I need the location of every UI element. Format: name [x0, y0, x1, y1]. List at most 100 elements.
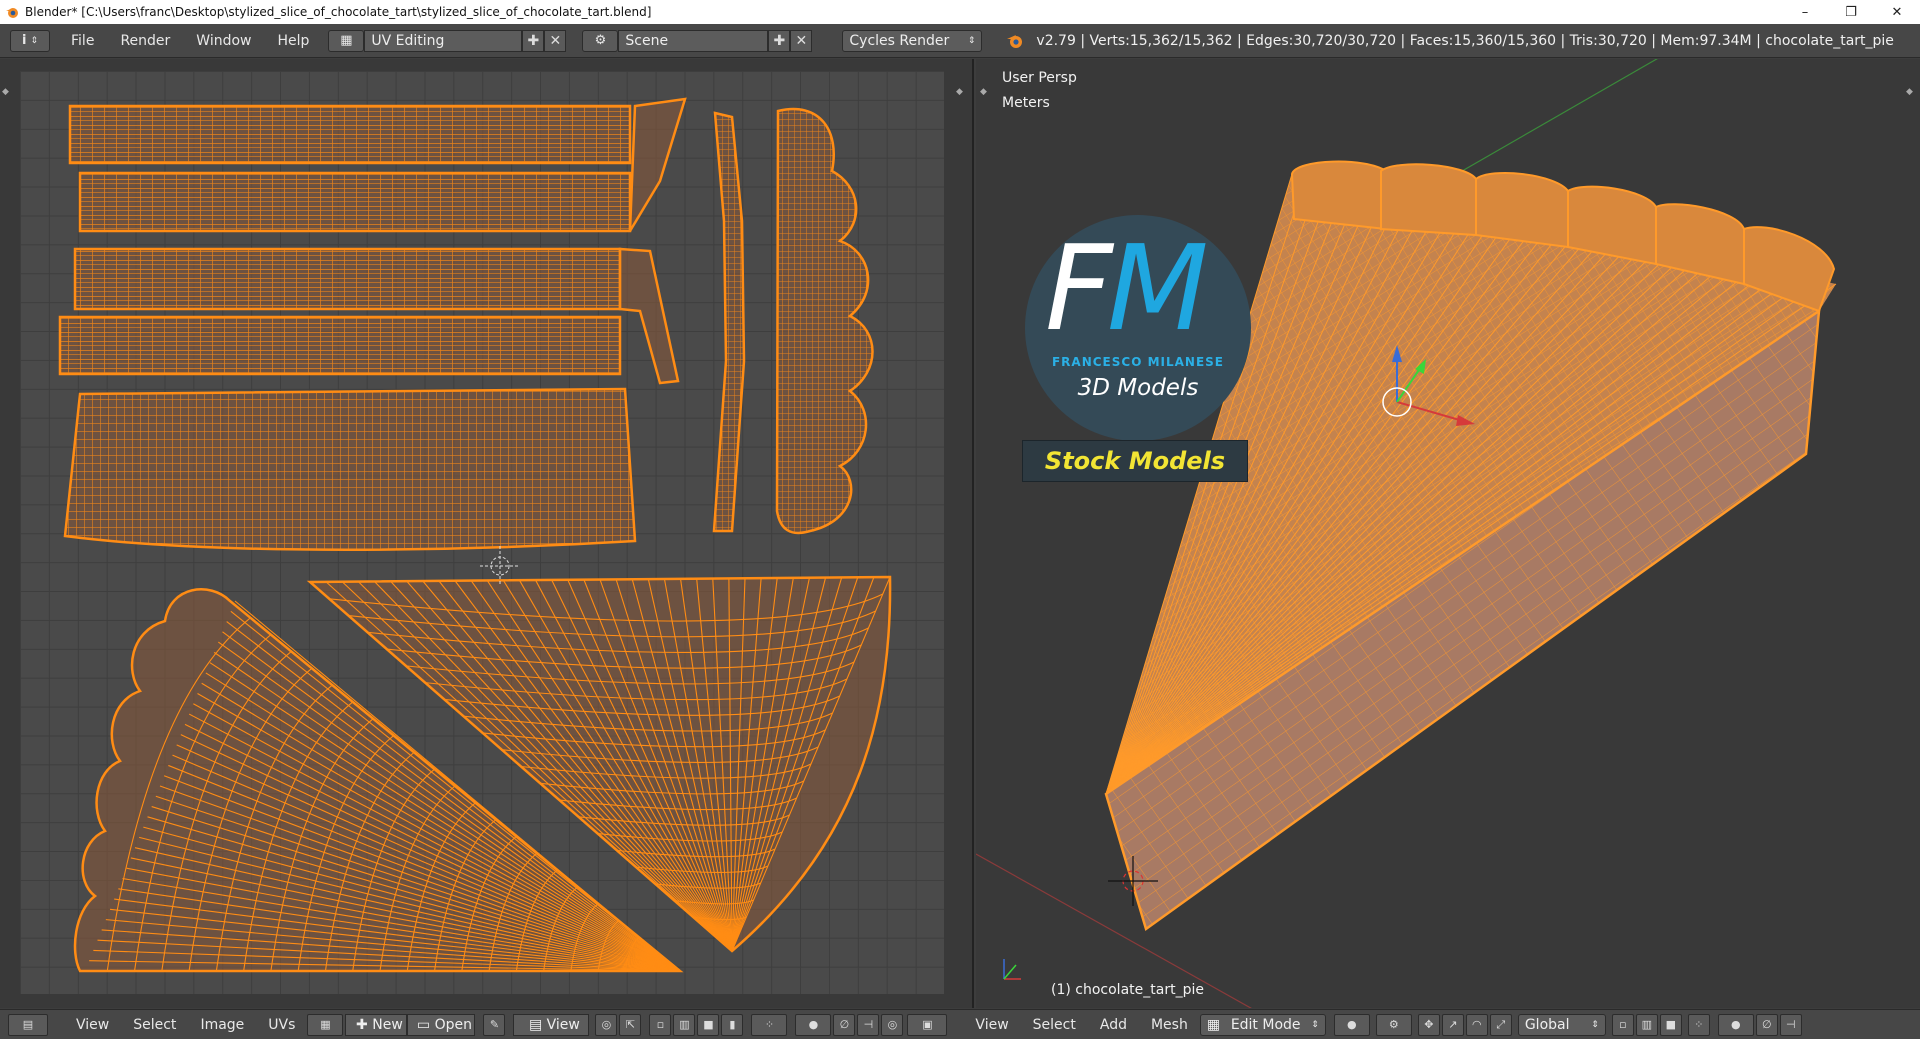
- remove-layout-button[interactable]: ✕: [544, 29, 567, 52]
- image-browse-button[interactable]: ▦: [307, 1013, 344, 1036]
- viewport-shading-icon[interactable]: ●: [1333, 1013, 1370, 1036]
- layout-grid-icon: ▦: [340, 33, 353, 48]
- vp-menu-add[interactable]: Add: [1088, 1017, 1139, 1033]
- editor-type-image-button[interactable]: ▤: [8, 1013, 48, 1036]
- active-object-label: (1) chocolate_tart_pie: [1051, 982, 1204, 998]
- remove-scene-button[interactable]: ✕: [790, 29, 813, 52]
- view-mode-label: View: [546, 1016, 580, 1033]
- scene-browse-button[interactable]: ⚙: [582, 29, 619, 52]
- island-select-icon[interactable]: ▮: [721, 1013, 744, 1036]
- render-engine-dropdown[interactable]: Cycles Render ⇕: [842, 29, 983, 52]
- face-select-icon[interactable]: ■: [697, 1013, 720, 1036]
- uv-menu-uvs[interactable]: UVs: [256, 1017, 307, 1033]
- sync-selection-icon[interactable]: ⇱: [619, 1013, 642, 1036]
- image-editor-icon: ▤: [22, 1018, 34, 1031]
- transform-orientation-dropdown[interactable]: Global ⇕: [1517, 1013, 1606, 1036]
- cube-icon: ▣: [922, 1018, 933, 1031]
- folder-icon: ▭: [416, 1016, 435, 1033]
- region-toggle-icon[interactable]: ◆: [1906, 87, 1913, 97]
- uv-menu-select[interactable]: Select: [121, 1017, 188, 1033]
- transform-orientation-value: Global: [1524, 1016, 1570, 1033]
- main-menu: File Render Window Help: [58, 33, 322, 49]
- new-image-button[interactable]: ✚ New: [345, 1013, 408, 1036]
- fm-logo: FM FRANCESCO MILANESE 3D Models: [1025, 215, 1251, 441]
- occlude-geometry-icon[interactable]: ⁘: [1687, 1013, 1710, 1036]
- uv-island-corner-2[interactable]: [618, 247, 680, 385]
- logo-letter-m: M: [1106, 219, 1209, 357]
- scene-field[interactable]: Scene: [618, 29, 769, 52]
- screen-layout-field[interactable]: UV Editing: [364, 29, 523, 52]
- logo-tagline: 3D Models: [1077, 375, 1199, 401]
- proportional-edit-icon[interactable]: ●: [795, 1013, 832, 1036]
- vertex-select-icon[interactable]: ▫: [649, 1013, 672, 1036]
- face-select-mode-icon[interactable]: ■: [1659, 1013, 1682, 1036]
- menu-file[interactable]: File: [58, 33, 107, 49]
- vp-menu-mesh[interactable]: Mesh: [1139, 1017, 1200, 1033]
- menu-render[interactable]: Render: [107, 33, 183, 49]
- view-axis-icon: [1003, 959, 1021, 980]
- edge-select-mode-icon[interactable]: ▥: [1635, 1013, 1658, 1036]
- new-image-label: New: [372, 1016, 403, 1033]
- interaction-mode-value: Edit Mode: [1230, 1016, 1301, 1033]
- pivot-icon[interactable]: ◎: [595, 1013, 618, 1036]
- region-toggle-icon[interactable]: ◆: [956, 87, 963, 97]
- updown-icon: ⇕: [967, 35, 976, 46]
- uv-layout[interactable]: [20, 71, 944, 994]
- uv-menu-image[interactable]: Image: [188, 1017, 256, 1033]
- screen-layout-name: UV Editing: [371, 32, 445, 49]
- translate-manipulator-icon[interactable]: ↗: [1441, 1013, 1464, 1036]
- uv-image-editor[interactable]: ◆ ◆: [0, 59, 974, 1008]
- region-toggle-icon[interactable]: ◆: [2, 87, 9, 97]
- vp-menu-select[interactable]: Select: [1021, 1017, 1088, 1033]
- snap-target-icon[interactable]: ⊣: [1779, 1013, 1802, 1036]
- region-toggle-icon[interactable]: ◆: [980, 87, 987, 97]
- window-title: Blender* [C:\Users\franc\Desktop\stylize…: [25, 5, 652, 19]
- minimize-button[interactable]: –: [1782, 0, 1828, 24]
- logo-letter-f: F: [1045, 219, 1113, 357]
- editor-type-info-button[interactable]: i ⇕: [10, 29, 50, 52]
- open-image-button[interactable]: ▭ Open: [407, 1013, 476, 1036]
- stock-models-badge: Stock Models: [1022, 440, 1248, 482]
- snap-icon[interactable]: ∅: [833, 1013, 856, 1036]
- edit-mode-icon: ▦: [1206, 1016, 1221, 1033]
- rotate-manipulator-icon[interactable]: ◠: [1465, 1013, 1488, 1036]
- plus-icon: ✚: [356, 1016, 373, 1033]
- screen-layout-browse-button[interactable]: ▦: [328, 29, 365, 52]
- menu-window[interactable]: Window: [183, 33, 264, 49]
- edge-select-icon[interactable]: ▥: [673, 1013, 696, 1036]
- scale-manipulator-icon[interactable]: ⤢: [1489, 1013, 1512, 1036]
- add-scene-button[interactable]: ✚: [768, 29, 791, 52]
- vertex-select-mode-icon[interactable]: ▫: [1611, 1013, 1634, 1036]
- pin-icon[interactable]: ✎: [483, 1013, 506, 1036]
- units-label: Meters: [1002, 95, 1050, 111]
- pivot-point-icon[interactable]: ⚙: [1375, 1013, 1412, 1036]
- info-icon: i: [21, 33, 27, 48]
- image-icon: ▦: [320, 1018, 331, 1031]
- proportional-editing-icon[interactable]: ●: [1717, 1013, 1754, 1036]
- interaction-mode-dropdown[interactable]: ▦ Edit Mode ⇕: [1199, 1013, 1326, 1036]
- blender-logo-icon: [6, 8, 18, 18]
- fm-lettermark: FM: [1045, 229, 1209, 347]
- vp-menu-view[interactable]: View: [963, 1017, 1020, 1033]
- 3d-viewport[interactable]: User Persp Meters (1) chocolate_tart_pie…: [976, 59, 1920, 1008]
- sticky-mode-icon[interactable]: ⁘: [751, 1013, 788, 1036]
- scene-name: Scene: [625, 32, 669, 49]
- 3d-scene[interactable]: [976, 59, 1920, 1008]
- scene-stats: v2.79 | Verts:15,362/15,362 | Edges:30,7…: [1036, 32, 1894, 49]
- close-button[interactable]: ✕: [1874, 0, 1920, 24]
- plus-icon: ✚: [527, 32, 540, 49]
- view-icon: ▤: [528, 1016, 547, 1033]
- manipulator-toggle-icon[interactable]: ✥: [1417, 1013, 1440, 1036]
- snap-toggle-icon[interactable]: ∅: [1755, 1013, 1778, 1036]
- uv-menu-view[interactable]: View: [64, 1017, 121, 1033]
- uv-island-corner-1[interactable]: [628, 97, 687, 232]
- menu-help[interactable]: Help: [264, 33, 322, 49]
- snap-element-icon[interactable]: ⊣: [857, 1013, 880, 1036]
- updown-icon: ⇕: [1311, 1019, 1319, 1030]
- uv-render-icon[interactable]: ◎: [881, 1013, 904, 1036]
- view-mode-dropdown[interactable]: ▤ View: [513, 1013, 590, 1036]
- editor-type-3d-button[interactable]: ▣: [907, 1013, 948, 1036]
- info-header: i ⇕ File Render Window Help ▦ UV Editing …: [0, 24, 1920, 58]
- add-layout-button[interactable]: ✚: [522, 29, 545, 52]
- maximize-button[interactable]: ❐: [1828, 0, 1874, 24]
